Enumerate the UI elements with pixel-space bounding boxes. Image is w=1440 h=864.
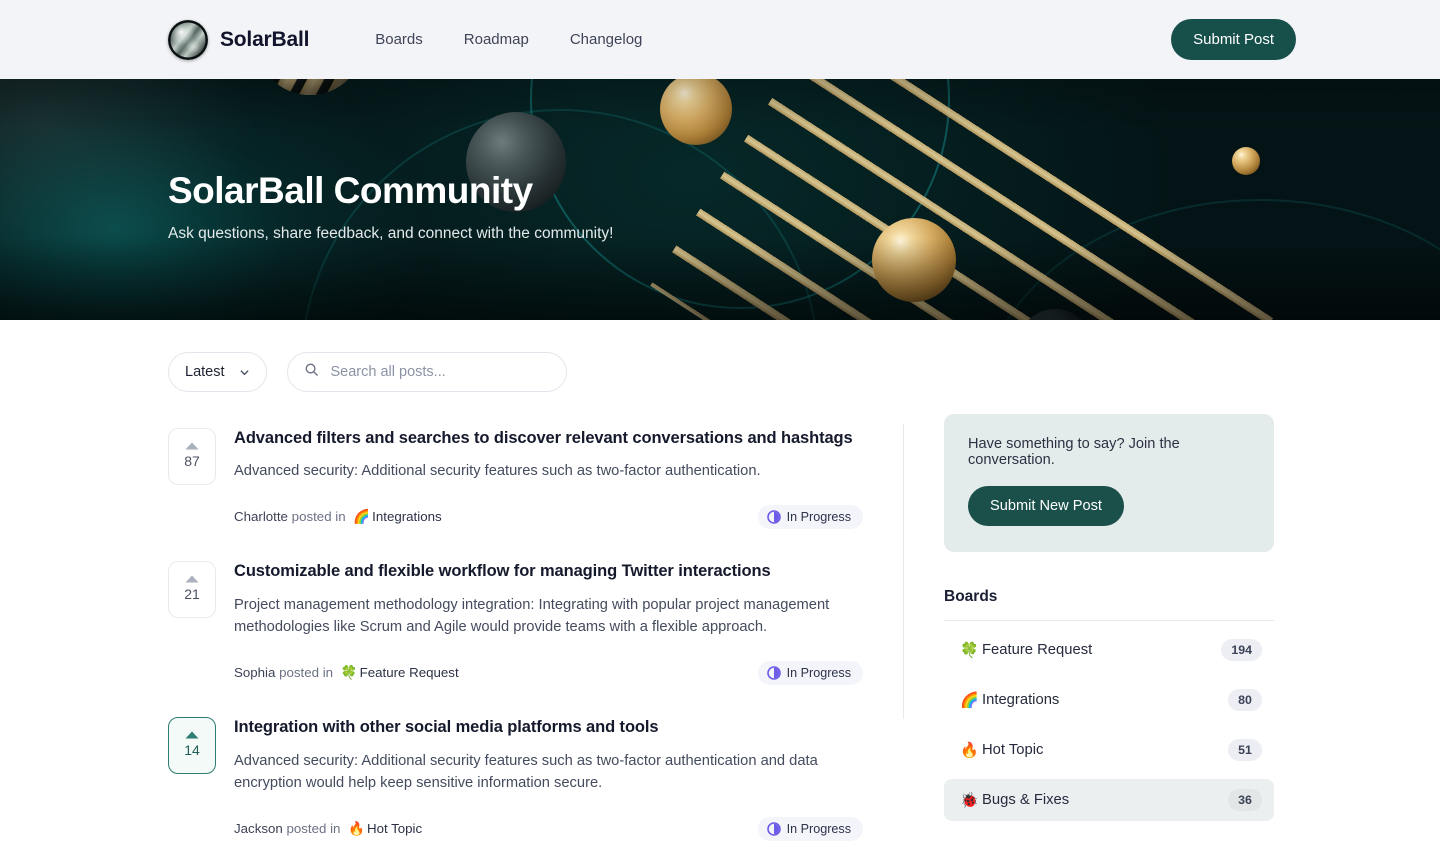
post-board[interactable]: Feature Request: [360, 665, 459, 680]
board-label: Integrations: [982, 692, 1060, 708]
vote-count: 87: [184, 453, 200, 469]
nav-item-changelog[interactable]: Changelog: [570, 31, 643, 48]
main-nav: Boards Roadmap Changelog: [375, 31, 642, 48]
post-title[interactable]: Advanced filters and searches to discove…: [234, 428, 863, 449]
post-board[interactable]: Hot Topic: [367, 821, 422, 836]
post-meta: Jackson posted in 🔥 Hot Topic In Progress: [234, 817, 863, 842]
post-description: Advanced security: Additional security f…: [234, 463, 761, 480]
post-author: Sophia: [234, 665, 276, 681]
cta-text: Have something to say? Join the conversa…: [968, 436, 1180, 468]
board-count: 36: [1228, 789, 1262, 811]
post-author: Charlotte: [234, 509, 288, 525]
brand-name: SolarBall: [220, 27, 310, 51]
hero-content: SolarBall Community Ask questions, share…: [0, 79, 1440, 320]
vote-count: 14: [184, 742, 200, 759]
sidebar: Have something to say? Join the conversa…: [904, 414, 1274, 859]
list-controls: Latest: [168, 320, 1296, 392]
upvote-button[interactable]: 87: [168, 428, 216, 485]
post-board[interactable]: Integrations: [372, 509, 441, 524]
bug-emoji-icon: 🐞: [960, 792, 979, 809]
top-header: SolarBall Boards Roadmap Changelog Submi…: [0, 0, 1440, 79]
nav-item-boards[interactable]: Boards: [375, 31, 423, 48]
board-count: 51: [1228, 739, 1262, 761]
post-title[interactable]: Customizable and flexible workflow for m…: [234, 561, 863, 582]
post-title[interactable]: Integration with other social media plat…: [234, 717, 863, 738]
rainbow-emoji-icon: 🌈: [353, 509, 371, 525]
post-author-line: Charlotte posted in 🌈 Integrations: [234, 509, 442, 525]
board-count: 194: [1221, 639, 1262, 661]
board-label: Bugs & Fixes: [982, 792, 1070, 808]
sort-select-value: Latest: [185, 364, 225, 380]
post-meta: Charlotte posted in 🌈 Integrations In Pro…: [234, 505, 863, 530]
upvote-button[interactable]: 14: [168, 717, 216, 775]
in-progress-half-circle-icon: [766, 666, 781, 681]
post-list: 87 Advanced filters and searches to disc…: [168, 414, 903, 859]
board-label: Feature Request: [982, 642, 1093, 658]
post-description: Advanced security: Additional security f…: [234, 752, 818, 792]
search-input[interactable]: [330, 364, 550, 380]
sort-select[interactable]: Latest: [168, 352, 267, 392]
sidebar-board-bugs-and-fixes[interactable]: 🐞 Bugs & Fixes 36: [944, 779, 1274, 821]
post-item[interactable]: 87 Advanced filters and searches to disc…: [168, 414, 863, 547]
in-progress-half-circle-icon: [766, 510, 781, 525]
clover-emoji-icon: 🍀: [340, 665, 358, 681]
post-item[interactable]: 21 Customizable and flexible workflow fo…: [168, 547, 863, 703]
chevron-down-icon: [239, 367, 250, 378]
board-label: Hot Topic: [982, 742, 1044, 758]
submit-new-post-button[interactable]: Submit New Post: [968, 486, 1124, 526]
status-badge-label: In Progress: [786, 822, 851, 837]
post-body: Advanced filters and searches to discove…: [234, 428, 863, 530]
post-author-line: Sophia posted in 🍀 Feature Request: [234, 665, 459, 681]
solarball-sphere-logo-icon: [168, 19, 208, 60]
upvote-triangle-icon: [184, 571, 200, 583]
submit-post-button[interactable]: Submit Post: [1171, 19, 1296, 60]
rainbow-emoji-icon: 🌈: [960, 692, 979, 709]
board-count: 80: [1228, 689, 1262, 711]
status-badge-label: In Progress: [786, 510, 851, 525]
in-progress-half-circle-icon: [766, 822, 781, 837]
hero-subtitle: Ask questions, share feedback, and conne…: [168, 225, 614, 242]
status-badge-label: In Progress: [786, 666, 851, 681]
post-body: Customizable and flexible workflow for m…: [234, 561, 863, 686]
boards-heading: Boards: [944, 588, 1274, 621]
upvote-button[interactable]: 21: [168, 561, 216, 619]
hero-banner: SolarBall Community Ask questions, share…: [0, 79, 1440, 320]
upvote-triangle-icon: [184, 727, 200, 739]
post-author-line: Jackson posted in 🔥 Hot Topic: [234, 821, 422, 837]
main-content: Latest 87 Advance: [0, 320, 1440, 859]
post-posted-in-label: posted in: [291, 509, 346, 525]
clover-emoji-icon: 🍀: [960, 642, 979, 659]
sidebar-board-integrations[interactable]: 🌈 Integrations 80: [944, 679, 1274, 721]
post-description: Project management methodology integrati…: [234, 596, 830, 636]
post-posted-in-label: posted in: [279, 665, 334, 681]
post-author: Jackson: [234, 821, 283, 837]
post-posted-in-label: posted in: [286, 821, 341, 837]
hero-title: SolarBall Community: [168, 170, 533, 211]
content-columns: 87 Advanced filters and searches to disc…: [168, 414, 1296, 859]
upvote-triangle-icon: [184, 438, 200, 450]
brand[interactable]: SolarBall: [168, 19, 310, 60]
sidebar-board-hot-topic[interactable]: 🔥 Hot Topic 51: [944, 729, 1274, 771]
nav-item-roadmap[interactable]: Roadmap: [464, 31, 529, 48]
post-meta: Sophia posted in 🍀 Feature Request In Pro…: [234, 661, 863, 686]
status-badge: In Progress: [757, 661, 863, 686]
vote-count: 21: [184, 586, 200, 603]
post-body: Integration with other social media plat…: [234, 717, 863, 842]
post-item[interactable]: 14 Integration with other social media p…: [168, 703, 863, 859]
search-box[interactable]: [286, 352, 567, 392]
fire-emoji-icon: 🔥: [960, 742, 979, 759]
sidebar-board-feature-request[interactable]: 🍀 Feature Request 194: [944, 629, 1274, 671]
search-icon: [304, 362, 319, 382]
fire-emoji-icon: 🔥: [348, 821, 365, 837]
cta-card: Have something to say? Join the conversa…: [944, 414, 1274, 552]
status-badge: In Progress: [757, 505, 863, 530]
status-badge: In Progress: [757, 817, 863, 842]
